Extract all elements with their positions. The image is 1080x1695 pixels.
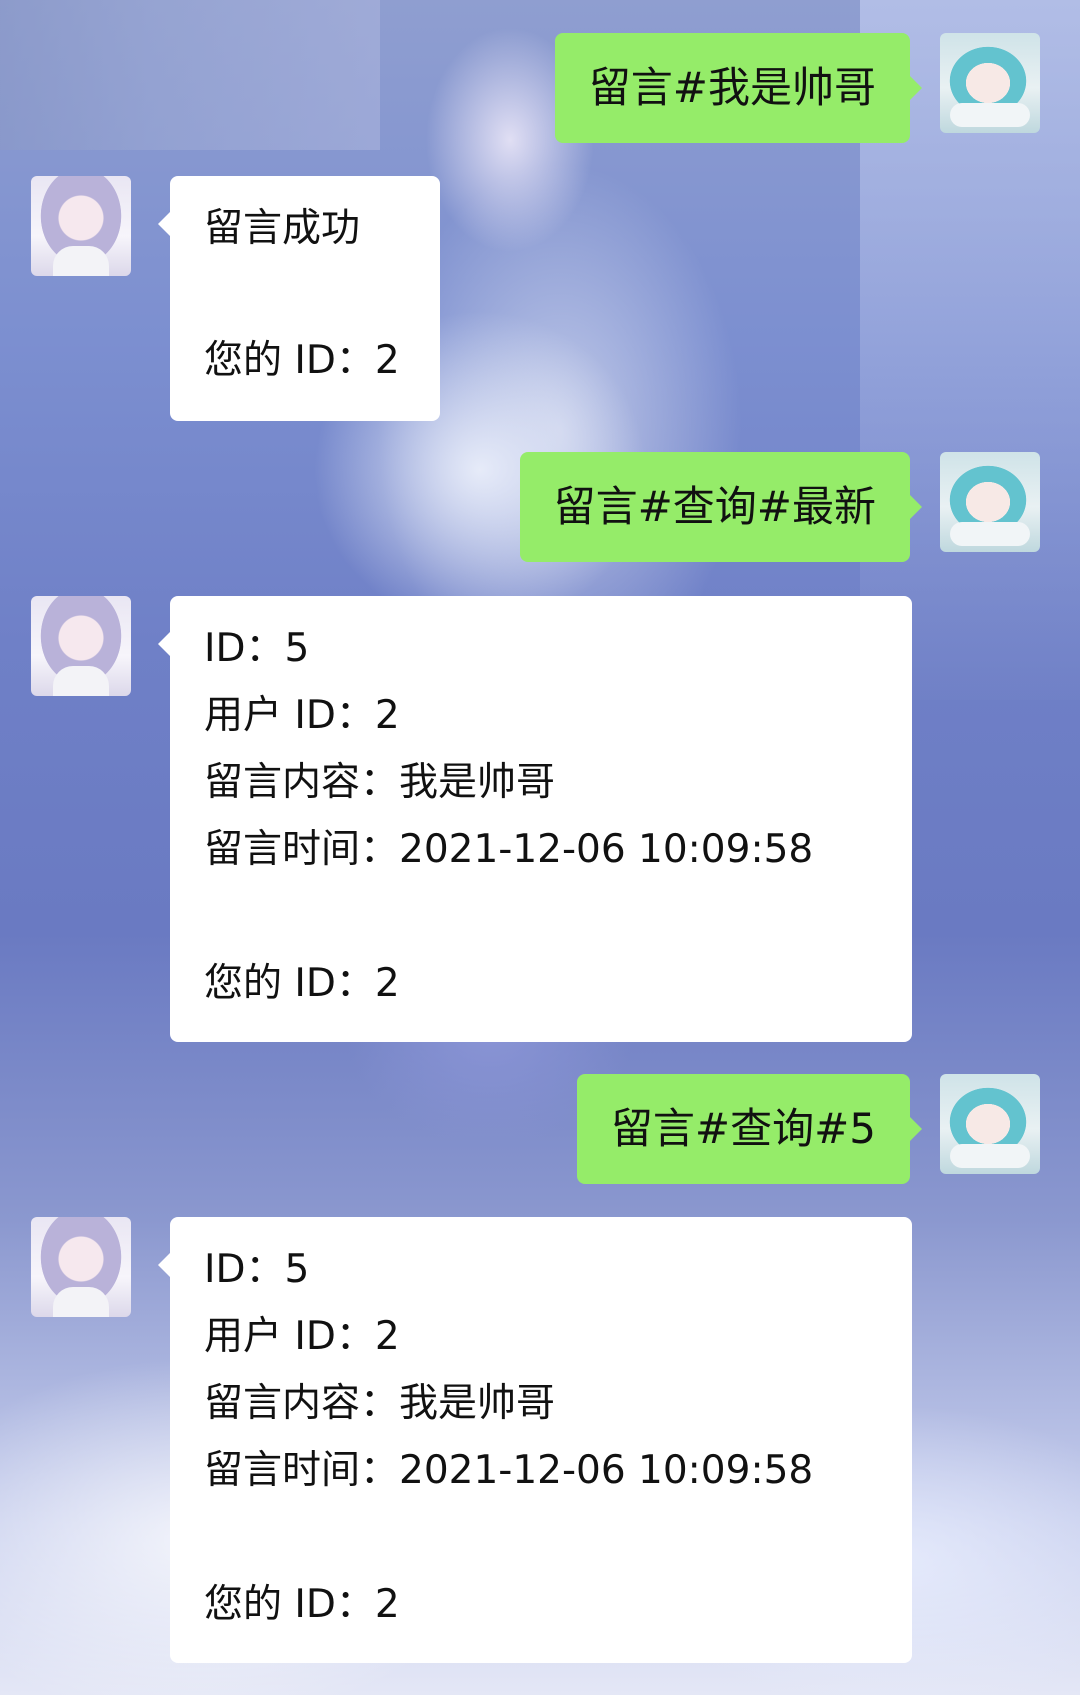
message-line: 用户 ID：2 — [204, 693, 400, 738]
outgoing-message-bubble[interactable]: 留言#查询#5 — [576, 1074, 923, 1184]
incoming-message-bubble[interactable]: 留言成功 您的 ID：2 — [158, 176, 440, 421]
chat-message-outgoing: 留言#查询#5 — [0, 1074, 1080, 1184]
message-line: 您的 ID：2 — [204, 338, 400, 383]
bot-avatar[interactable] — [31, 1217, 131, 1317]
chat-message-outgoing: 留言#我是帅哥 — [0, 33, 1080, 143]
outgoing-message-bubble[interactable]: 留言#查询#最新 — [519, 452, 923, 562]
user-avatar[interactable] — [940, 452, 1040, 552]
message-line: ID：5 — [204, 626, 310, 671]
message-line: 留言时间：2021-12-06 10:09:58 — [204, 827, 814, 872]
user-avatar[interactable] — [940, 33, 1040, 133]
bot-avatar[interactable] — [31, 596, 131, 696]
user-avatar[interactable] — [940, 1074, 1040, 1174]
message-text: 留言#查询#5 — [610, 1104, 876, 1153]
message-line: 用户 ID：2 — [204, 1314, 400, 1359]
chat-message-incoming: ID：5 用户 ID：2 留言内容：我是帅哥 留言时间：2021-12-06 1… — [0, 1217, 1080, 1663]
chat-message-outgoing: 留言#查询#最新 — [0, 452, 1080, 562]
message-line: 您的 ID：2 — [204, 1582, 400, 1627]
chat-message-incoming: ID：5 用户 ID：2 留言内容：我是帅哥 留言时间：2021-12-06 1… — [0, 596, 1080, 1042]
message-line: 留言时间：2021-12-06 10:09:58 — [204, 1448, 814, 1493]
incoming-message-bubble[interactable]: ID：5 用户 ID：2 留言内容：我是帅哥 留言时间：2021-12-06 1… — [158, 596, 912, 1042]
outgoing-message-bubble[interactable]: 留言#我是帅哥 — [554, 33, 923, 143]
message-line: ID：5 — [204, 1247, 310, 1292]
message-line: 留言内容：我是帅哥 — [204, 1381, 556, 1426]
bot-avatar[interactable] — [31, 176, 131, 276]
message-text: 留言#查询#最新 — [553, 482, 876, 531]
message-line: 您的 ID：2 — [204, 961, 400, 1006]
chat-message-incoming: 留言成功 您的 ID：2 — [0, 176, 1080, 421]
message-line: 留言内容：我是帅哥 — [204, 760, 556, 805]
incoming-message-bubble[interactable]: ID：5 用户 ID：2 留言内容：我是帅哥 留言时间：2021-12-06 1… — [158, 1217, 912, 1663]
message-text: 留言#我是帅哥 — [588, 63, 876, 112]
message-line: 留言成功 — [204, 206, 361, 251]
